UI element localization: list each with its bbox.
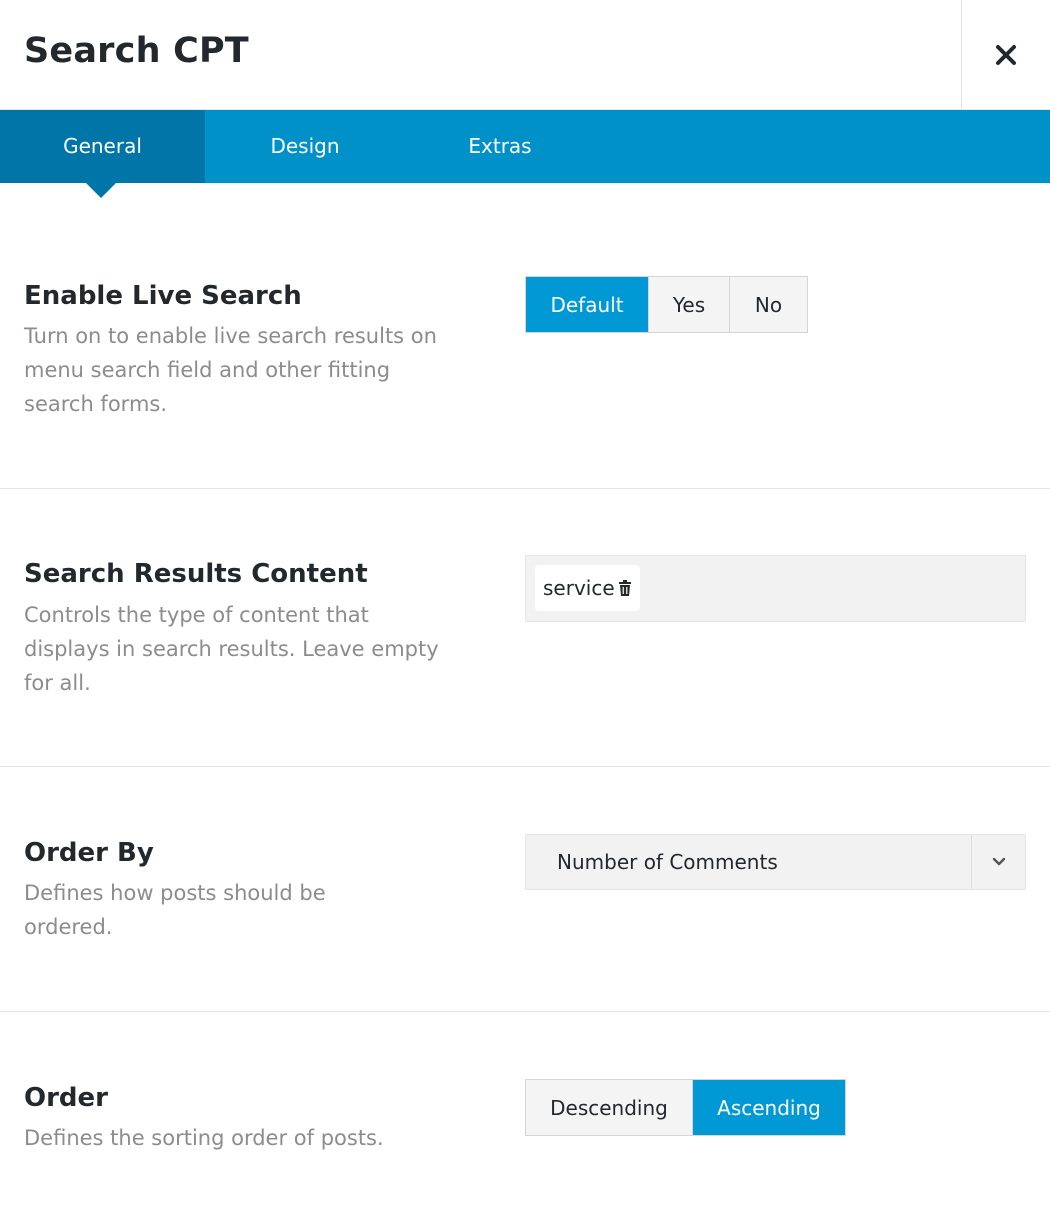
tab-general[interactable]: General: [0, 110, 205, 183]
option-ascending-button[interactable]: Ascending: [692, 1080, 845, 1135]
live-search-button-set: Default Yes No: [525, 276, 808, 333]
divider: [0, 488, 1050, 489]
close-icon: [996, 44, 1016, 65]
setting-description: Defines the sorting order of posts.: [24, 1126, 384, 1150]
setting-description: Controls the type of content that displa…: [24, 603, 439, 695]
active-tab-indicator: [86, 183, 116, 198]
content-type-multiselect[interactable]: service: [525, 555, 1026, 622]
setting-description: Defines how posts should be ordered.: [24, 881, 326, 939]
chevron-down-icon[interactable]: [971, 835, 1025, 889]
page-title: Search CPT: [24, 31, 249, 71]
tab-bar: General Design Extras: [0, 110, 1050, 183]
option-default-button[interactable]: Default: [526, 277, 648, 332]
order-by-select[interactable]: Number of Comments: [525, 834, 1026, 890]
setting-label: Order: [24, 1083, 108, 1113]
tab-extras[interactable]: Extras: [405, 110, 595, 183]
option-yes-button[interactable]: Yes: [648, 277, 729, 332]
tag-label: service: [543, 576, 615, 600]
select-value: Number of Comments: [557, 850, 778, 874]
divider: [0, 1011, 1050, 1012]
option-descending-button[interactable]: Descending: [526, 1080, 692, 1135]
setting-label: Enable Live Search: [24, 281, 302, 311]
setting-label: Order By: [24, 838, 154, 868]
order-button-set: Descending Ascending: [525, 1079, 846, 1136]
option-no-button[interactable]: No: [729, 277, 807, 332]
setting-label: Search Results Content: [24, 559, 368, 589]
divider: [0, 766, 1050, 767]
close-button[interactable]: [961, 0, 1050, 109]
tag-chip: service: [535, 565, 640, 611]
tab-design[interactable]: Design: [205, 110, 405, 183]
setting-description: Turn on to enable live search results on…: [24, 324, 437, 416]
trash-icon[interactable]: [618, 580, 632, 596]
panel-header: Search CPT: [0, 0, 1050, 110]
